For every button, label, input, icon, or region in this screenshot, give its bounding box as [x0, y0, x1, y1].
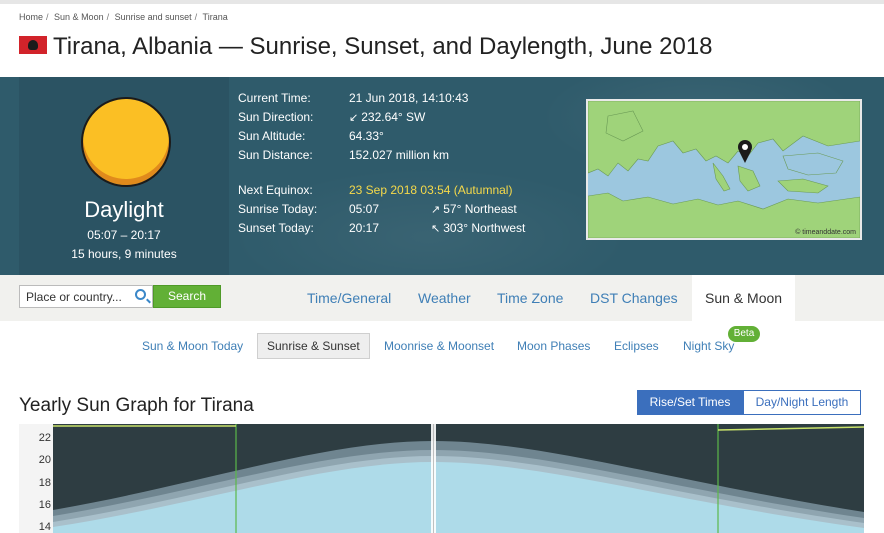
- search-icon[interactable]: [135, 289, 146, 300]
- beta-badge: Beta: [728, 326, 760, 342]
- rise-set-times-button[interactable]: Rise/Set Times: [637, 390, 743, 415]
- daylight-times: 05:07 – 20:17: [87, 228, 161, 242]
- subtab-sunrise-sunset[interactable]: Sunrise & Sunset: [257, 333, 370, 359]
- albania-flag-icon: [19, 35, 47, 54]
- daylight-panel: Daylight 05:07 – 20:17 15 hours, 9 minut…: [19, 77, 229, 275]
- tab-time-general[interactable]: Time/General: [307, 275, 391, 321]
- sunrise-arrow-icon: ↗: [431, 204, 441, 216]
- subtab-moonrise-moonset[interactable]: Moonrise & Moonset: [384, 339, 494, 353]
- daylight-label: Daylight: [84, 197, 164, 222]
- sunrise-today-label: Sunrise Today:: [238, 202, 318, 216]
- sun-altitude-label: Sun Altitude:: [238, 129, 306, 143]
- yearly-sun-graph: 22 20 18 16 14: [19, 424, 864, 533]
- breadcrumb-tirana: Tirana: [202, 12, 228, 22]
- next-equinox-value[interactable]: 23 Sep 2018 03:54 (Autumnal): [349, 183, 512, 197]
- tab-dst-changes[interactable]: DST Changes: [590, 275, 678, 321]
- map-credit: © timeanddate.com: [795, 229, 856, 236]
- day-night-length-button[interactable]: Day/Night Length: [743, 390, 861, 415]
- daylight-length: 15 hours, 9 minutes: [71, 247, 177, 261]
- current-time-label: Current Time:: [238, 91, 311, 105]
- page-title: Tirana, Albania — Sunrise, Sunset, and D…: [53, 33, 713, 60]
- sunset-arrow-icon: ↖: [431, 223, 441, 235]
- sun-distance-value: 152.027 million km: [349, 148, 450, 162]
- sub-nav: Sun & Moon Today Sunrise & Sunset Moonri…: [0, 321, 884, 371]
- tab-weather[interactable]: Weather: [418, 275, 471, 321]
- search-button[interactable]: Search: [153, 285, 221, 308]
- sunset-today-value: 20:17: [349, 221, 380, 235]
- subtab-moon-phases[interactable]: Moon Phases: [517, 339, 590, 353]
- current-time-value: 21 Jun 2018, 14:10:43: [349, 91, 469, 105]
- breadcrumb-home[interactable]: Home: [19, 12, 43, 22]
- y-tick-14: 14: [38, 521, 51, 533]
- breadcrumb-sun-moon[interactable]: Sun & Moon: [54, 12, 104, 22]
- breadcrumb: Home / Sun & Moon / Sunrise and sunset / Ti…: [19, 12, 228, 22]
- y-tick-20: 20: [38, 454, 51, 466]
- top-border: [0, 0, 884, 4]
- next-equinox-label: Next Equinox:: [238, 183, 313, 197]
- sunrise-today-value: 05:07: [349, 202, 380, 216]
- y-tick-16: 16: [38, 499, 51, 511]
- tab-time-zone[interactable]: Time Zone: [497, 275, 563, 321]
- sunset-today-label: Sunset Today:: [238, 221, 314, 235]
- page-title-wrap: Tirana, Albania — Sunrise, Sunset, and D…: [19, 33, 713, 63]
- sun-direction-value: 232.64° SW: [361, 110, 426, 124]
- sun-graph-plot[interactable]: [53, 424, 864, 533]
- subtab-night-sky[interactable]: Night Sky: [683, 339, 734, 353]
- sunrise-direction: 57° Northeast: [443, 202, 517, 216]
- tab-sun-moon[interactable]: Sun & Moon: [692, 275, 796, 321]
- sunset-direction: 303° Northwest: [443, 221, 526, 235]
- breadcrumb-sunrise-sunset[interactable]: Sunrise and sunset: [115, 12, 192, 22]
- graph-title: Yearly Sun Graph for Tirana: [19, 395, 254, 416]
- direction-arrow-icon: ↙: [349, 112, 359, 124]
- y-tick-18: 18: [38, 477, 51, 489]
- main-nav: Place or country... Search Time/General …: [0, 275, 884, 321]
- map-graphic: [588, 101, 860, 238]
- search-input[interactable]: Place or country...: [19, 285, 153, 308]
- y-tick-22: 22: [38, 432, 51, 444]
- subtab-eclipses[interactable]: Eclipses: [614, 339, 659, 353]
- sun-direction-label: Sun Direction:: [238, 110, 314, 124]
- subtab-sun-moon-today[interactable]: Sun & Moon Today: [142, 339, 243, 353]
- location-map[interactable]: © timeanddate.com: [586, 99, 862, 240]
- sun-hero-panel: Daylight 05:07 – 20:17 15 hours, 9 minut…: [0, 77, 884, 275]
- sun-icon: [81, 97, 171, 187]
- sun-altitude-value: 64.33°: [349, 129, 384, 143]
- sun-distance-label: Sun Distance:: [238, 148, 313, 162]
